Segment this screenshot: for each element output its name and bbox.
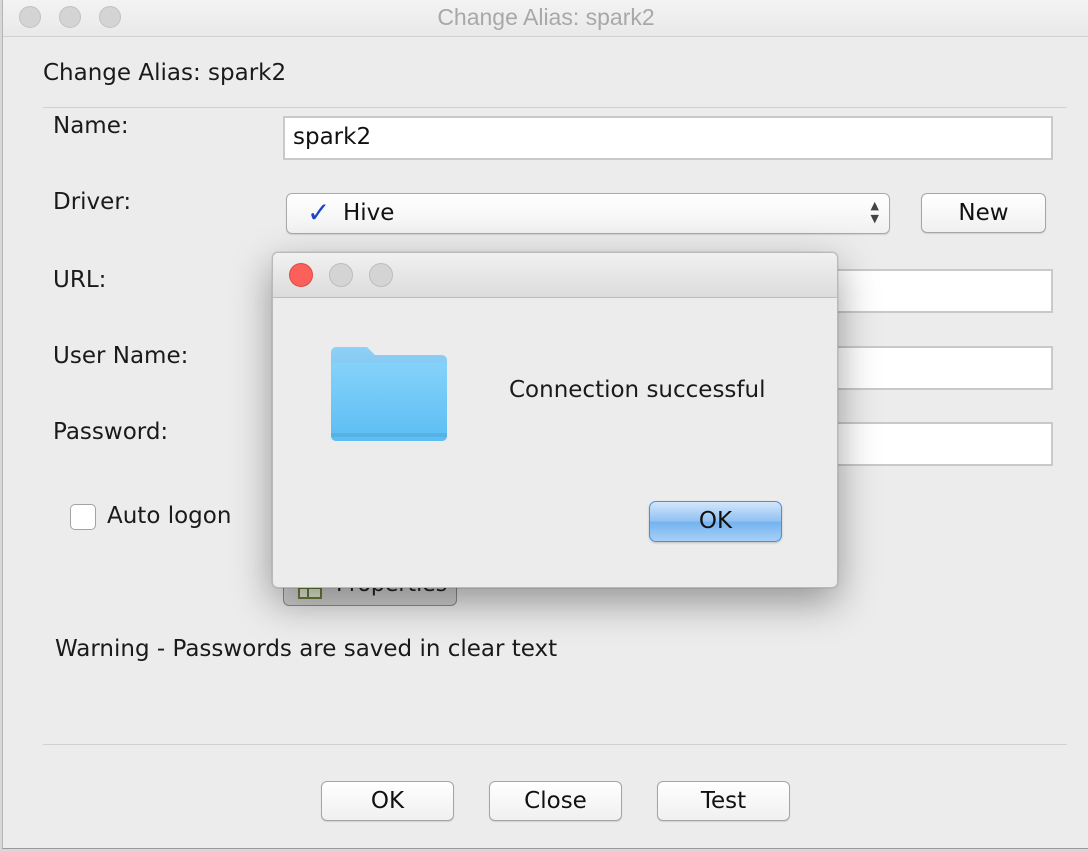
footer-divider (43, 744, 1067, 745)
window-titlebar: Change Alias: spark2 (3, 0, 1088, 37)
url-label: URL: (53, 267, 107, 293)
dialog-close-button[interactable] (289, 263, 313, 287)
dialog-titlebar (273, 253, 837, 298)
dialog-zoom-button[interactable] (369, 263, 393, 287)
dialog-message: Connection successful (509, 377, 766, 403)
name-field[interactable]: spark2 (283, 116, 1053, 160)
connection-dialog: Connection successful OK (272, 252, 838, 588)
window-title: Change Alias: spark2 (437, 4, 655, 30)
updown-arrows-icon: ▲ ▼ (870, 199, 879, 225)
name-label: Name: (53, 113, 129, 139)
driver-select-value: Hive (343, 200, 395, 226)
dialog-minimize-button[interactable] (329, 263, 353, 287)
ok-button[interactable]: OK (321, 781, 454, 821)
driver-label: Driver: (53, 189, 132, 215)
checkmark-icon: ✓ (307, 196, 331, 229)
header-divider (43, 107, 1067, 108)
dialog-ok-button[interactable]: OK (649, 501, 782, 542)
driver-select[interactable]: ✓ Hive ▲ ▼ (286, 193, 890, 234)
password-label: Password: (53, 419, 169, 445)
form-heading: Change Alias: spark2 (43, 60, 287, 86)
test-button[interactable]: Test (657, 781, 790, 821)
folder-icon (331, 347, 447, 441)
username-label: User Name: (53, 343, 189, 369)
auto-logon-label: Auto logon (107, 503, 232, 529)
close-button[interactable]: Close (489, 781, 622, 821)
new-driver-button[interactable]: New (921, 193, 1046, 233)
password-warning: Warning - Passwords are saved in clear t… (55, 636, 558, 662)
auto-logon-checkbox[interactable] (70, 504, 96, 530)
